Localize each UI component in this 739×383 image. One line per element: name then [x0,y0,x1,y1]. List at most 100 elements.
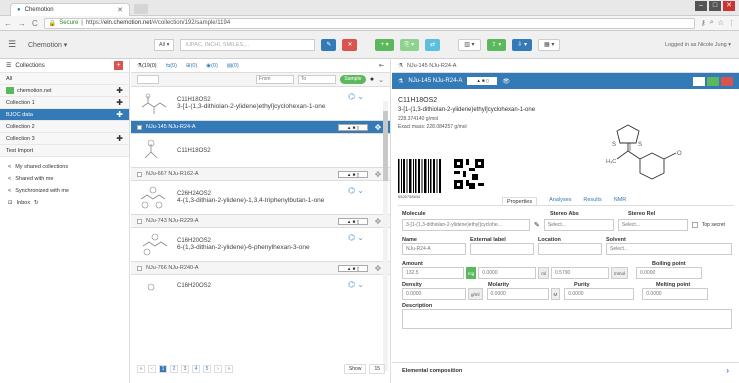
page-4[interactable]: 4 [192,365,200,373]
plus-icon[interactable]: ✚ [116,134,123,143]
page-1[interactable]: 1 [159,365,167,373]
sidebar-item-collection-3[interactable]: Collection 3 ✚ [0,133,129,145]
sidebar-item-bjoc-data[interactable]: BJOC data ✚ [0,109,129,121]
stereo-rel-select[interactable]: Select... [617,219,688,231]
zoom-icon[interactable]: ⌕ [710,19,714,27]
molecule-select[interactable]: 3-[1-(1,3-dithiolan-2-ylidene)ethyl]cycl… [402,219,530,231]
name-input[interactable]: NJu-R24-A [402,243,466,255]
sidebar-link-inbox[interactable]: ⊡ Inbox ↻ [0,197,129,209]
minimize-icon[interactable]: – [695,1,707,11]
sample-tag-badge[interactable]: ▲ ■ ▯ [338,123,368,131]
sample-icons[interactable]: ⌬ ⌄ [348,280,364,289]
sample-icons[interactable]: ⌬ ⌄ [348,92,364,101]
page-prev-one[interactable]: ‹ [148,365,156,373]
report-button[interactable]: ▥ ▾ [458,38,481,51]
sample-icons[interactable]: ⌬ ⌄ [348,186,364,195]
page-2[interactable]: 2 [170,365,178,373]
stereo-abs-select[interactable]: Select... [543,219,614,231]
row-checkbox[interactable] [137,171,142,177]
amount-mass-input[interactable]: 132.5 [402,267,464,279]
from-date-input[interactable]: From [255,75,294,84]
sidebar-link-shared-with-me[interactable]: < Shared with me [0,173,129,185]
clear-search-button[interactable]: ✕ [342,38,358,51]
add-button[interactable]: + ▾ [375,38,394,51]
move-button[interactable]: ⇄ [425,38,441,51]
export-button[interactable]: ⇩ ▾ [512,38,532,51]
select-all-dropdown[interactable] [137,75,159,84]
tab-wellplates[interactable]: ⊞(0) [186,63,197,69]
list-item[interactable]: C16H20OS2 ⌬ ⌄ [131,275,390,297]
back-icon[interactable]: ← [4,19,12,28]
tab-reactions[interactable]: ⇆(0) [166,63,177,69]
scrollbar-thumb[interactable] [383,111,388,181]
amount-mass-unit[interactable]: mg [466,267,477,279]
melting-point-input[interactable]: 0.0000 [642,288,709,300]
info-icon[interactable]: ● [370,76,374,83]
url-field[interactable]: 🔒 Secure | https://eln.chemotion.net/#/c… [43,17,695,29]
molarity-input[interactable]: 0.0000 [486,288,549,300]
sample-tag-badge[interactable]: ▲ ■ ▯ [338,264,368,272]
sample-tag-badge[interactable]: ▲ ■ ▯ [467,77,498,85]
new-tab-button[interactable] [134,4,148,14]
add-collection-button[interactable]: + [114,61,123,70]
sample-icons[interactable]: ⌬ ⌄ [348,233,364,242]
hamburger-icon[interactable]: ☰ [8,39,22,50]
forward-icon[interactable]: → [18,19,26,28]
boiling-point-input[interactable]: 0.0000 [636,267,703,279]
login-status[interactable]: Logged in as Nicole Jung ▾ [665,42,731,48]
row-checkbox[interactable] [137,124,142,130]
list-item[interactable]: C11H18OS2 [131,134,390,167]
list-item[interactable]: C16H20OS2 6-(1,3-dithian-2-ylidene)-6-ph… [131,228,390,261]
description-textarea[interactable] [402,309,732,329]
page-prev[interactable]: « [137,365,145,373]
sidebar-item-all[interactable]: All [0,73,129,85]
tab-samples[interactable]: ⚗(19(0) [137,63,157,69]
window-close-icon[interactable]: ✕ [723,1,735,11]
chevron-right-icon[interactable]: › [726,366,729,375]
molarity-unit[interactable]: M [550,288,561,300]
row-checkbox[interactable] [137,218,142,224]
key-icon[interactable]: ⚷ [701,19,706,27]
amount-volume-unit[interactable]: ml [538,267,550,279]
density-input[interactable]: 0.0000 [402,288,466,300]
plus-icon[interactable]: ✚ [116,110,123,119]
sidebar-item-collection-1[interactable]: Collection 1 ✚ [0,97,129,109]
scan-button[interactable]: ▦ ▾ [537,38,561,51]
plus-icon[interactable]: ✚ [116,98,123,107]
search-button[interactable]: ✎ [321,38,337,51]
density-unit[interactable]: g/ml [468,288,483,300]
sidebar-link-synchronized[interactable]: < Synchronized with me [0,185,129,197]
star-icon[interactable]: ☆ [718,19,724,27]
external-label-input[interactable] [470,243,534,255]
list-item[interactable]: C26H24OS2 4-(1,3-dithian-2-ylidene)-1,3,… [131,181,390,214]
pencil-icon[interactable]: ✎ [534,221,540,229]
page-last[interactable]: » [225,365,233,373]
menu-icon[interactable]: ⋮ [728,19,735,27]
search-type-select[interactable]: All ▾ [154,38,175,51]
sidebar-item-test-import[interactable]: Test Import [0,145,129,157]
reload-icon[interactable]: C [32,19,38,28]
collapse-list-icon[interactable]: ⇤ [379,62,384,69]
sidebar-item-collection-2[interactable]: Collection 2 [0,121,129,133]
plus-icon[interactable]: ✚ [116,86,123,95]
page-5[interactable]: 5 [203,365,211,373]
row-checkbox[interactable] [137,265,142,271]
import-button[interactable]: ⇪ ▾ [486,38,507,51]
refresh-icon[interactable]: ↻ [34,200,39,206]
search-input[interactable]: IUPAC, INCHI, SMILES,... [180,38,316,51]
maximize-icon[interactable]: □ [709,1,721,11]
share-button[interactable]: ⎘ ▾ [399,38,420,51]
fullscreen-button[interactable] [693,76,705,86]
to-date-input[interactable]: To [297,75,336,84]
amount-mol-input[interactable]: 0.5790 [551,267,610,279]
table-row-header[interactable]: NJu-667 NJu-R162-A ▲ ■ ▯ ✥ [131,167,390,181]
elemental-composition-section[interactable]: Elemental composition › [392,362,739,378]
amount-mol-unit[interactable]: mmol [611,267,629,279]
show-count-input[interactable]: 15 [369,364,385,374]
table-row-header[interactable]: NJu-766 NJu-R240-A ▲ ■ ▯ ✥ [131,261,390,275]
sample-toggle[interactable]: Sample [339,75,366,84]
sample-tag-badge[interactable]: ▲ ■ ▯ [338,170,368,178]
tab-screens[interactable]: ◉(0) [206,63,218,69]
chevron-down-icon[interactable]: ⌄ [378,76,384,84]
close-detail-button[interactable] [721,76,733,86]
